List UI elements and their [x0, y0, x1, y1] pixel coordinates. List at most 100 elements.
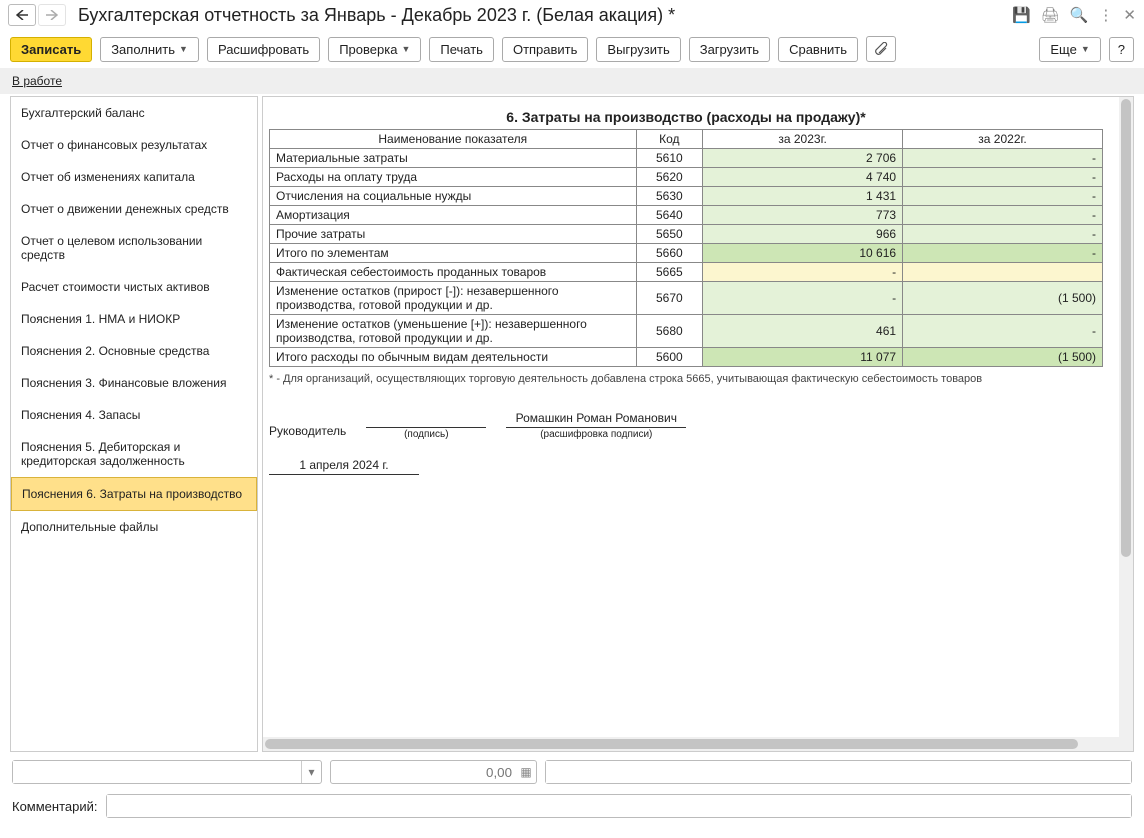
table-row[interactable]: Амортизация5640773-	[270, 206, 1103, 225]
nav-back-button[interactable]	[8, 4, 36, 26]
cell-name: Прочие затраты	[270, 225, 637, 244]
cell-y2[interactable]: -	[903, 206, 1103, 225]
horizontal-scrollbar[interactable]	[263, 737, 1119, 751]
vertical-scrollbar[interactable]	[1119, 97, 1133, 751]
cell-value-input[interactable]	[331, 765, 516, 780]
cell-y1[interactable]: 1 431	[703, 187, 903, 206]
cell-y1[interactable]: 966	[703, 225, 903, 244]
cell-y2[interactable]: -	[903, 149, 1103, 168]
sidebar-item[interactable]: Отчет о целевом использовании средств	[11, 225, 257, 271]
print-button[interactable]: Печать	[429, 37, 494, 62]
cell-code: 5640	[636, 206, 703, 225]
sidebar-item[interactable]: Пояснения 3. Финансовые вложения	[11, 367, 257, 399]
cell-y1[interactable]: 2 706	[703, 149, 903, 168]
cell-code: 5620	[636, 168, 703, 187]
sig-name-hint: (расшифровка подписи)	[506, 429, 686, 440]
cell-value-field[interactable]: ▦	[330, 760, 537, 784]
comment-label: Комментарий:	[12, 799, 98, 814]
page-title: Бухгалтерская отчетность за Январь - Дек…	[78, 5, 1012, 26]
table-row[interactable]: Материальные затраты56102 706-	[270, 149, 1103, 168]
report-footnote: * - Для организаций, осуществляющих торг…	[269, 373, 1103, 385]
status-link[interactable]: В работе	[12, 74, 62, 88]
compare-button[interactable]: Сравнить	[778, 37, 858, 62]
cell-name: Фактическая себестоимость проданных това…	[270, 263, 637, 282]
more-button[interactable]: Еще▼	[1039, 37, 1100, 62]
chevron-down-icon: ▼	[401, 44, 410, 54]
sidebar-item[interactable]: Дополнительные файлы	[11, 511, 257, 543]
cell-name: Амортизация	[270, 206, 637, 225]
cell-y1[interactable]: 773	[703, 206, 903, 225]
sig-name: Ромашкин Роман Романович	[506, 411, 686, 428]
cell-y1[interactable]: 4 740	[703, 168, 903, 187]
table-row[interactable]: Изменение остатков (уменьшение [+]): нез…	[270, 315, 1103, 348]
kebab-menu-icon[interactable]: ⋮	[1098, 6, 1113, 24]
load-button[interactable]: Загрузить	[689, 37, 770, 62]
fill-button[interactable]: Заполнить▼	[100, 37, 199, 62]
table-row[interactable]: Итого расходы по обычным видам деятельно…	[270, 348, 1103, 367]
cell-y1[interactable]: -	[703, 282, 903, 315]
cell-y1[interactable]: -	[703, 263, 903, 282]
sidebar-item[interactable]: Пояснения 1. НМА и НИОКР	[11, 303, 257, 335]
sidebar-item[interactable]: Пояснения 5. Дебиторская и кредиторская …	[11, 431, 257, 477]
sidebar-item[interactable]: Отчет о финансовых результатах	[11, 129, 257, 161]
cell-y2[interactable]: -	[903, 225, 1103, 244]
sidebar-item[interactable]: Отчет об изменениях капитала	[11, 161, 257, 193]
sidebar-item[interactable]: Отчет о движении денежных средств	[11, 193, 257, 225]
preview-icon[interactable]: 🔍	[1070, 6, 1089, 24]
chevron-down-icon[interactable]: ▾	[301, 761, 321, 783]
cell-name: Отчисления на социальные нужды	[270, 187, 637, 206]
sidebar-item[interactable]: Пояснения 6. Затраты на производство	[11, 477, 257, 511]
calculator-icon[interactable]: ▦	[516, 765, 536, 779]
sidebar-item[interactable]: Расчет стоимости чистых активов	[11, 271, 257, 303]
print-icon[interactable]: 🖨	[1041, 6, 1060, 24]
cell-y2[interactable]: -	[903, 315, 1103, 348]
cell-code: 5610	[636, 149, 703, 168]
help-button[interactable]: ?	[1109, 37, 1134, 62]
cell-code: 5670	[636, 282, 703, 315]
cell-name: Материальные затраты	[270, 149, 637, 168]
cell-y1[interactable]: 11 077	[703, 348, 903, 367]
send-button[interactable]: Отправить	[502, 37, 588, 62]
cell-extra-input[interactable]	[546, 761, 1131, 783]
cell-code: 5630	[636, 187, 703, 206]
save-icon[interactable]: 💾	[1012, 6, 1031, 24]
table-row[interactable]: Изменение остатков (прирост [-]): незаве…	[270, 282, 1103, 315]
attach-button[interactable]	[866, 36, 896, 62]
col-name: Наименование показателя	[270, 130, 637, 149]
sidebar-item[interactable]: Пояснения 4. Запасы	[11, 399, 257, 431]
cell-code: 5660	[636, 244, 703, 263]
comment-input[interactable]	[107, 795, 1132, 817]
cell-y2[interactable]: -	[903, 244, 1103, 263]
cell-y2[interactable]	[903, 263, 1103, 282]
cell-y2[interactable]: (1 500)	[903, 282, 1103, 315]
sidebar-item[interactable]: Бухгалтерский баланс	[11, 97, 257, 129]
table-row[interactable]: Прочие затраты5650966-	[270, 225, 1103, 244]
decode-button[interactable]: Расшифровать	[207, 37, 320, 62]
table-row[interactable]: Итого по элементам566010 616-	[270, 244, 1103, 263]
sig-sign-line	[366, 411, 486, 428]
nav-forward-button[interactable]	[38, 4, 66, 26]
cell-y1[interactable]: 10 616	[703, 244, 903, 263]
col-code: Код	[636, 130, 703, 149]
chevron-down-icon: ▼	[1081, 44, 1090, 54]
unload-button[interactable]: Выгрузить	[596, 37, 680, 62]
cell-name: Изменение остатков (прирост [-]): незаве…	[270, 282, 637, 315]
sig-role: Руководитель	[269, 424, 346, 440]
col-y2: за 2022г.	[903, 130, 1103, 149]
check-button[interactable]: Проверка▼	[328, 37, 421, 62]
table-row[interactable]: Отчисления на социальные нужды56301 431-	[270, 187, 1103, 206]
chevron-down-icon: ▼	[179, 44, 188, 54]
table-row[interactable]: Расходы на оплату труда56204 740-	[270, 168, 1103, 187]
cell-y2[interactable]: -	[903, 168, 1103, 187]
cell-name-input[interactable]	[13, 761, 301, 783]
table-row[interactable]: Фактическая себестоимость проданных това…	[270, 263, 1103, 282]
cell-y1[interactable]: 461	[703, 315, 903, 348]
report-table: Наименование показателя Код за 2023г. за…	[269, 129, 1103, 367]
cell-name: Расходы на оплату труда	[270, 168, 637, 187]
cell-y2[interactable]: -	[903, 187, 1103, 206]
cell-name-combo[interactable]: ▾	[12, 760, 322, 784]
write-button[interactable]: Записать	[10, 37, 92, 62]
sidebar-item[interactable]: Пояснения 2. Основные средства	[11, 335, 257, 367]
close-icon[interactable]: ✕	[1123, 6, 1136, 24]
cell-y2[interactable]: (1 500)	[903, 348, 1103, 367]
